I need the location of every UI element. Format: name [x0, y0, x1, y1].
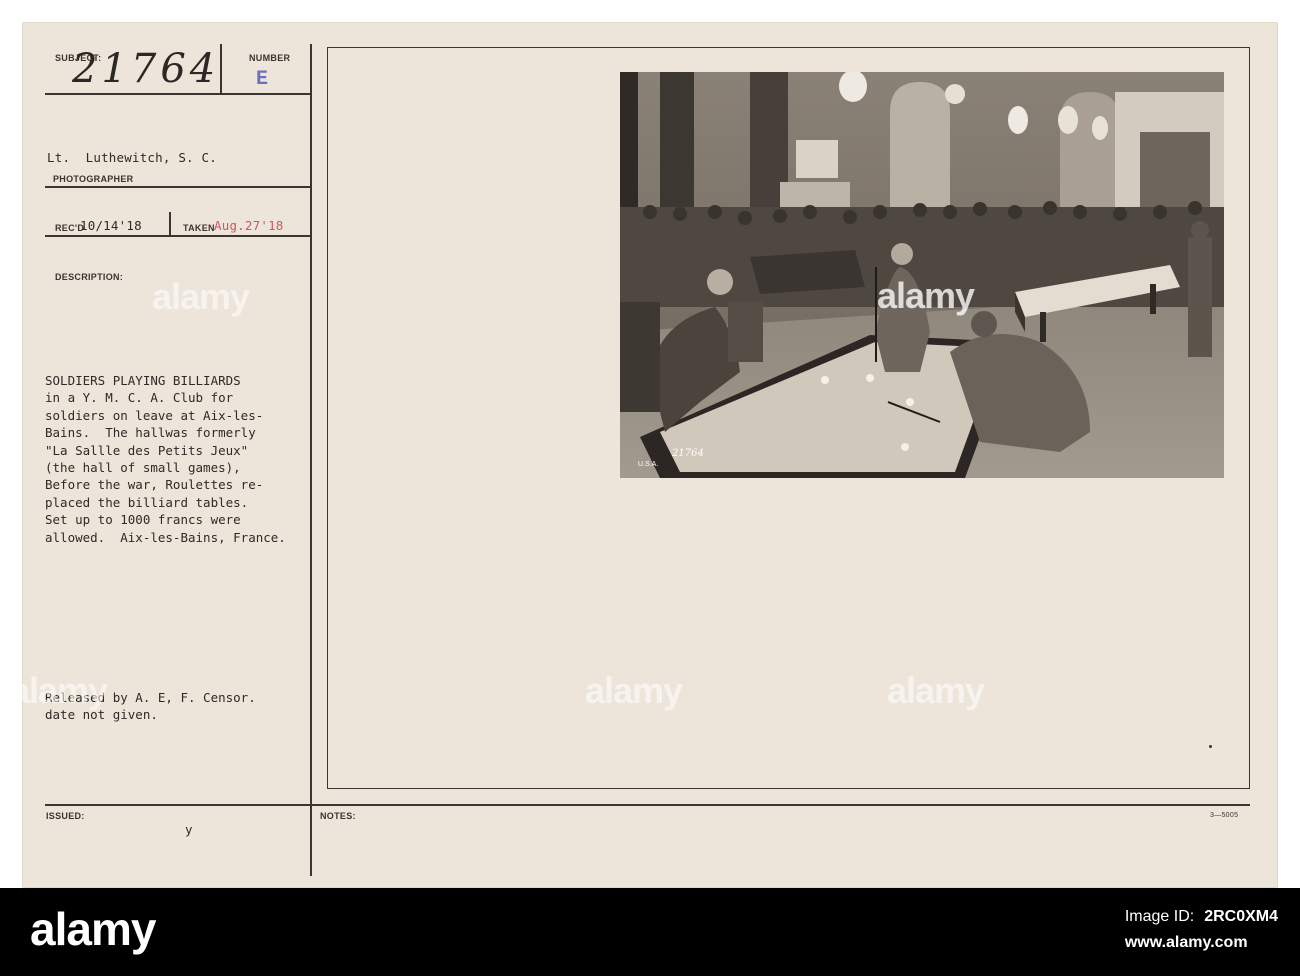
description-line: allowed. Aix-les-Bains, France. — [45, 529, 286, 545]
divider-recd-taken — [169, 212, 171, 236]
description-label: DESCRIPTION: — [55, 272, 124, 282]
plate-mark: U.S.A. — [638, 461, 659, 468]
site-url[interactable]: www.alamy.com — [1125, 930, 1248, 956]
photographer-label: PHOTOGRAPHER — [53, 174, 134, 184]
watermark: alamy — [152, 276, 250, 317]
plate-number: 21764 — [672, 448, 704, 459]
watermark: alamy — [887, 670, 985, 711]
watermark: alamy — [10, 670, 108, 711]
description-line: soldiers on leave at Aix-les- — [45, 407, 264, 423]
issued-label: ISSUED: — [46, 811, 85, 821]
description-line: placed the billiard tables. — [45, 494, 249, 510]
description-text: SOLDIERS PLAYING BILLIARDS in a Y. M. C.… — [45, 372, 286, 546]
number-value: E — [256, 68, 269, 91]
description-line: (the hall of small games), — [45, 460, 241, 476]
watermark: alamy — [877, 275, 975, 316]
rule-under-subject — [45, 93, 310, 95]
footer-logo: alamy — [30, 903, 156, 955]
archive-record-card: SUBJECT: 21764 NUMBER E Lt. Luthewitch, … — [10, 22, 1278, 888]
recd-date: 10/14'18 — [80, 218, 142, 233]
rule-under-photographer — [45, 186, 310, 188]
rule-under-dates — [45, 235, 310, 237]
site-row: www.alamy.com — [1125, 930, 1278, 956]
stock-footer-bar: alamy Image ID: 2RC0XM4 www.alamy.com — [0, 888, 1300, 976]
image-id-row: Image ID: 2RC0XM4 — [1125, 904, 1278, 930]
notes-label: NOTES: — [320, 811, 356, 821]
divider-subject-number — [220, 44, 222, 94]
description-line: in a Y. M. C. A. Club for — [45, 390, 234, 406]
description-line: "La Sallle des Petits Jeux" — [45, 442, 249, 458]
form-code: 3—5005 — [1210, 812, 1239, 819]
image-id-label: Image ID: — [1124, 908, 1195, 925]
subject-number: 21764 — [72, 46, 220, 92]
bottom-rule — [45, 804, 1250, 806]
description-line: SOLDIERS PLAYING BILLIARDS — [45, 373, 241, 388]
description-line: Set up to 1000 francs were — [45, 512, 241, 528]
watermark: alamy — [585, 670, 683, 711]
image-id: 2RC0XM4 — [1204, 908, 1278, 925]
issued-value: y — [185, 822, 193, 837]
footer-meta: Image ID: 2RC0XM4 www.alamy.com — [1125, 904, 1278, 956]
photographer-name: Lt. Luthewitch, S. C. — [47, 150, 217, 165]
taken-label: TAKEN — [183, 223, 215, 233]
taken-date: Aug.27'18 — [214, 218, 284, 233]
number-label: NUMBER — [249, 53, 291, 63]
description-line: Before the war, Roulettes re- — [45, 477, 264, 493]
description-line: Bains. The hallwas formerly — [45, 425, 256, 441]
left-column-rule — [310, 44, 312, 876]
frame-dot — [1209, 745, 1212, 748]
